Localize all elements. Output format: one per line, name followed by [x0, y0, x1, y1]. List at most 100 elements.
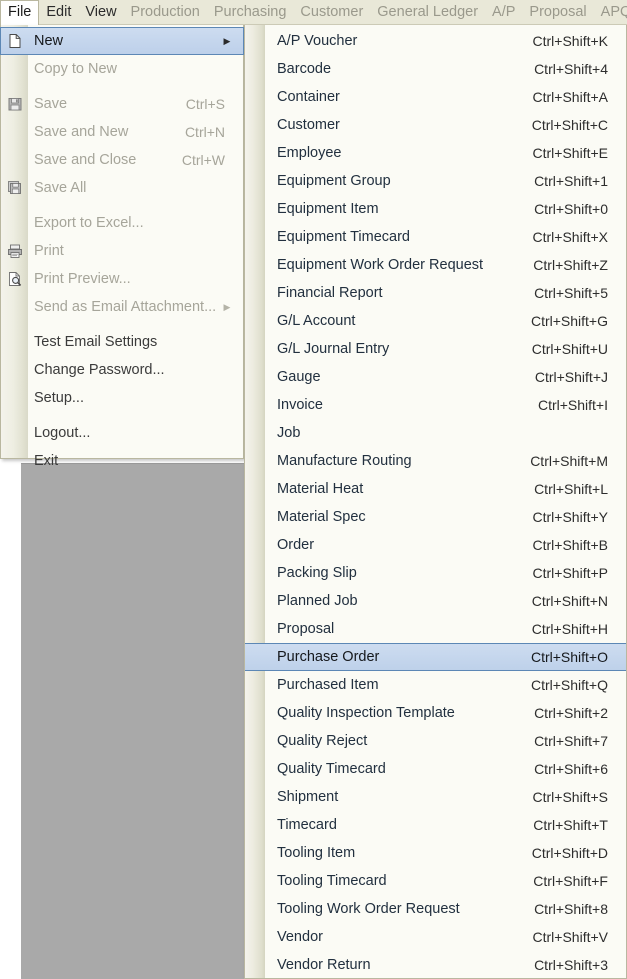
new-submenu-item-barcode[interactable]: BarcodeCtrl+Shift+4 [245, 55, 626, 83]
new-submenu-item-equipment-work-order-request[interactable]: Equipment Work Order RequestCtrl+Shift+Z [245, 251, 626, 279]
file-menu-item-logout[interactable]: Logout... [1, 419, 243, 447]
new-submenu-item-purchased-item[interactable]: Purchased ItemCtrl+Shift+Q [245, 671, 626, 699]
menu-item-label: Planned Job [265, 593, 532, 609]
menu-item-label: Setup... [28, 390, 243, 406]
file-menu-item-exit[interactable]: Exit [1, 447, 243, 475]
menu-item-label: Barcode [265, 61, 534, 77]
menu-icon-placeholder [245, 27, 265, 55]
menu-item-shortcut: Ctrl+Shift+G [531, 313, 626, 329]
new-submenu-item-order[interactable]: OrderCtrl+Shift+B [245, 531, 626, 559]
file-menu-item-save-and-close: Save and CloseCtrl+W [1, 146, 243, 174]
new-submenu-item-g-l-account[interactable]: G/L AccountCtrl+Shift+G [245, 307, 626, 335]
new-submenu-item-equipment-timecard[interactable]: Equipment TimecardCtrl+Shift+X [245, 223, 626, 251]
new-submenu-item-equipment-item[interactable]: Equipment ItemCtrl+Shift+0 [245, 195, 626, 223]
new-submenu-item-equipment-group[interactable]: Equipment GroupCtrl+Shift+1 [245, 167, 626, 195]
new-submenu-item-proposal[interactable]: ProposalCtrl+Shift+H [245, 615, 626, 643]
new-submenu-item-customer[interactable]: CustomerCtrl+Shift+C [245, 111, 626, 139]
main-menu-bar: FileEditViewProductionPurchasingCustomer… [0, 0, 627, 25]
file-menu-item-test-email-settings[interactable]: Test Email Settings [1, 328, 243, 356]
menu-icon-placeholder [245, 475, 265, 503]
file-menu-dropdown: New▶Copy to NewSaveCtrl+SSave and NewCtr… [0, 25, 244, 459]
menu-icon-placeholder [245, 167, 265, 195]
new-submenu-item-employee[interactable]: EmployeeCtrl+Shift+E [245, 139, 626, 167]
new-submenu-item-tooling-work-order-request[interactable]: Tooling Work Order RequestCtrl+Shift+8 [245, 895, 626, 923]
new-submenu-item-purchase-order[interactable]: Purchase OrderCtrl+Shift+O [244, 643, 627, 671]
menu-item-label: Order [265, 537, 533, 553]
menu-item-shortcut: Ctrl+Shift+T [533, 817, 626, 833]
file-menu-item-print: Print [1, 237, 243, 265]
menu-icon-placeholder [245, 335, 265, 363]
file-menu-item-setup[interactable]: Setup... [1, 384, 243, 412]
menu-icon-placeholder [245, 83, 265, 111]
menu-item-shortcut: Ctrl+Shift+D [532, 845, 626, 861]
new-submenu-item-planned-job[interactable]: Planned JobCtrl+Shift+N [245, 587, 626, 615]
menu-icon-placeholder [245, 895, 265, 923]
menu-icon-placeholder [245, 839, 265, 867]
menubar-item-customer: Customer [293, 0, 370, 24]
menu-item-label: Tooling Work Order Request [265, 901, 534, 917]
menubar-item-edit[interactable]: Edit [39, 0, 78, 24]
menu-item-label: Logout... [28, 425, 243, 441]
new-submenu-item-material-spec[interactable]: Material SpecCtrl+Shift+Y [245, 503, 626, 531]
save-disk-icon [1, 90, 28, 118]
new-submenu-item-packing-slip[interactable]: Packing SlipCtrl+Shift+P [245, 559, 626, 587]
menu-item-label: Change Password... [28, 362, 243, 378]
file-menu-item-change-password[interactable]: Change Password... [1, 356, 243, 384]
new-submenu-item-gauge[interactable]: GaugeCtrl+Shift+J [245, 363, 626, 391]
menu-item-label: Proposal [265, 621, 532, 637]
menu-icon-placeholder [245, 699, 265, 727]
new-submenu-item-container[interactable]: ContainerCtrl+Shift+A [245, 83, 626, 111]
menu-icon-placeholder [245, 783, 265, 811]
menubar-item-proposal: Proposal [522, 0, 593, 24]
menu-item-label: G/L Journal Entry [265, 341, 532, 357]
new-submenu-item-tooling-item[interactable]: Tooling ItemCtrl+Shift+D [245, 839, 626, 867]
menubar-item-purchasing: Purchasing [207, 0, 294, 24]
new-submenu-item-quality-inspection-template[interactable]: Quality Inspection TemplateCtrl+Shift+2 [245, 699, 626, 727]
new-submenu-item-financial-report[interactable]: Financial ReportCtrl+Shift+5 [245, 279, 626, 307]
menu-item-shortcut: Ctrl+Shift+5 [534, 285, 626, 301]
menu-item-shortcut: Ctrl+Shift+Z [533, 257, 626, 273]
new-submenu-item-vendor[interactable]: VendorCtrl+Shift+V [245, 923, 626, 951]
menu-item-label: Quality Reject [265, 733, 534, 749]
file-menu-item-new[interactable]: New▶ [0, 27, 244, 55]
new-submenu-item-invoice[interactable]: InvoiceCtrl+Shift+I [245, 391, 626, 419]
menu-item-label: New [28, 33, 219, 49]
menu-item-shortcut: Ctrl+S [186, 96, 243, 112]
menu-item-shortcut: Ctrl+Shift+4 [534, 61, 626, 77]
menu-icon-placeholder [245, 643, 265, 671]
new-submenu-item-vendor-return[interactable]: Vendor ReturnCtrl+Shift+3 [245, 951, 626, 979]
menubar-item-file[interactable]: File [0, 0, 39, 25]
new-submenu-item-material-heat[interactable]: Material HeatCtrl+Shift+L [245, 475, 626, 503]
menu-item-shortcut: Ctrl+Shift+7 [534, 733, 626, 749]
menu-item-label: Print [28, 243, 243, 259]
new-submenu-item-tooling-timecard[interactable]: Tooling TimecardCtrl+Shift+F [245, 867, 626, 895]
menu-item-label: Equipment Item [265, 201, 534, 217]
menu-separator [1, 321, 243, 328]
menu-icon-placeholder [245, 139, 265, 167]
new-submenu-item-a-p-voucher[interactable]: A/P VoucherCtrl+Shift+K [245, 27, 626, 55]
menu-icon-placeholder [1, 384, 28, 412]
menu-item-shortcut: Ctrl+Shift+H [532, 621, 626, 637]
new-submenu-item-manufacture-routing[interactable]: Manufacture RoutingCtrl+Shift+M [245, 447, 626, 475]
new-submenu-item-timecard[interactable]: TimecardCtrl+Shift+T [245, 811, 626, 839]
new-submenu-item-shipment[interactable]: ShipmentCtrl+Shift+S [245, 783, 626, 811]
new-submenu-item-quality-reject[interactable]: Quality RejectCtrl+Shift+7 [245, 727, 626, 755]
mdi-client-background [21, 463, 244, 979]
print-preview-icon [1, 265, 28, 293]
new-submenu-item-quality-timecard[interactable]: Quality TimecardCtrl+Shift+6 [245, 755, 626, 783]
menu-icon-placeholder [1, 209, 28, 237]
menu-item-label: Packing Slip [265, 565, 533, 581]
menu-icon-placeholder [245, 195, 265, 223]
menu-item-label: Gauge [265, 369, 535, 385]
new-submenu-item-g-l-journal-entry[interactable]: G/L Journal EntryCtrl+Shift+U [245, 335, 626, 363]
menu-item-label: Customer [265, 117, 532, 133]
menu-item-shortcut: Ctrl+Shift+M [530, 453, 626, 469]
menu-item-label: Equipment Group [265, 173, 534, 189]
file-menu-item-save-all: Save All [1, 174, 243, 202]
menu-item-shortcut: Ctrl+Shift+I [538, 397, 626, 413]
new-submenu-item-job[interactable]: Job [245, 419, 626, 447]
menu-icon-placeholder [1, 447, 28, 475]
menu-item-shortcut: Ctrl+Shift+B [533, 537, 626, 553]
menu-icon-placeholder [245, 503, 265, 531]
menubar-item-view[interactable]: View [78, 0, 123, 24]
